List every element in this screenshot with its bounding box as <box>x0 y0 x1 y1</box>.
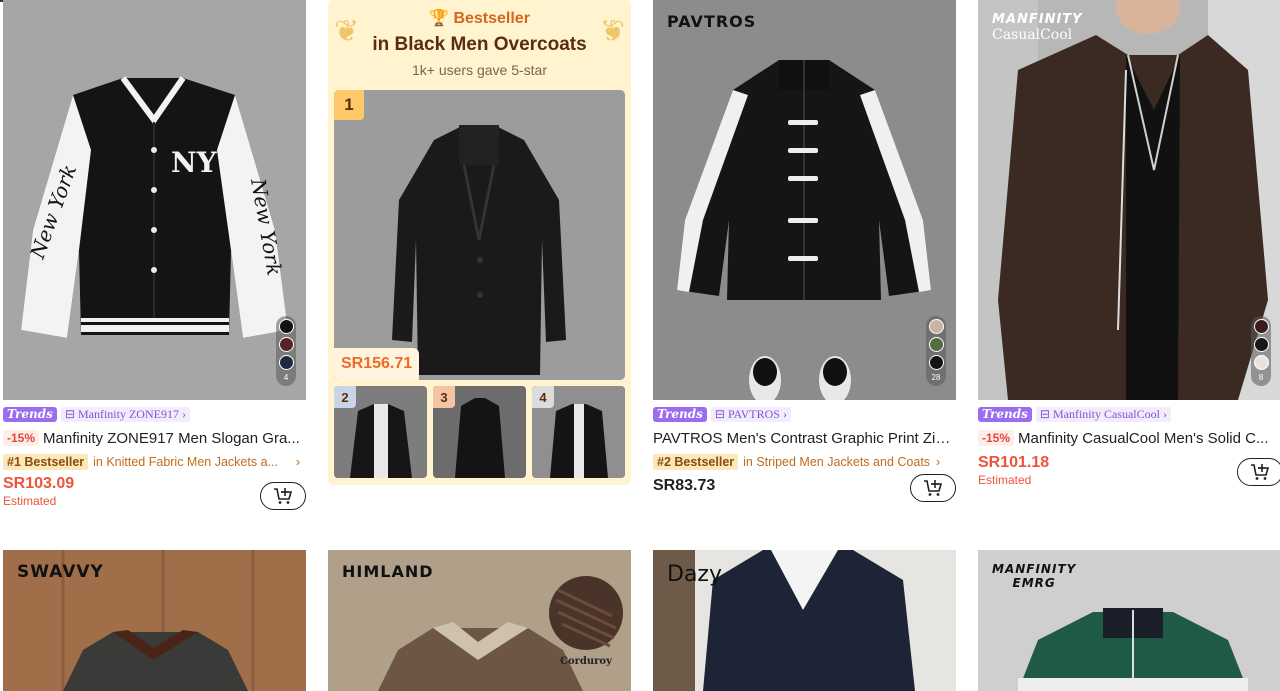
brand-watermark: MANFINITY CasualCool <box>992 12 1083 43</box>
price-note: Estimated <box>978 473 1032 487</box>
store-icon: ⊟ <box>1039 407 1053 421</box>
cart-plus-icon <box>274 488 293 504</box>
swatch-count: 4 <box>283 373 289 382</box>
color-swatch[interactable] <box>278 337 294 352</box>
store-name: Manfinity ZONE917 <box>77 407 179 421</box>
trends-badge: Trends <box>978 407 1032 422</box>
discount-badge: -15% <box>3 430 40 446</box>
color-swatches[interactable]: 8 <box>1251 316 1271 386</box>
bestseller-rank[interactable]: #2 Bestseller in Striped Men Jackets and… <box>653 453 956 471</box>
bestseller-tag: #1 Bestseller <box>3 454 89 470</box>
product-image[interactable]: SWAVVY <box>3 550 306 691</box>
trends-badge: Trends <box>3 407 57 422</box>
add-to-cart-button[interactable] <box>260 482 306 510</box>
product-meta: Trends ⊟ Manfinity ZONE917 › -15% Manfin… <box>3 406 306 510</box>
color-swatches[interactable]: 4 <box>276 316 296 386</box>
store-name: PAVTROS <box>727 407 780 421</box>
rank-badge: 2 <box>334 386 356 408</box>
overcoat-illustration <box>334 90 625 380</box>
promo-price: SR156.71 <box>334 348 420 380</box>
promo-label: Bestseller <box>453 10 530 27</box>
svg-text:NY: NY <box>171 146 218 179</box>
promo-thumbnail[interactable]: 3 <box>433 386 526 478</box>
color-swatch[interactable] <box>928 319 944 334</box>
swatch-count: 28 <box>931 373 941 382</box>
store-link[interactable]: ⊟ Manfinity ZONE917 › <box>60 407 190 422</box>
rank-badge: 1 <box>334 90 364 120</box>
color-swatch[interactable] <box>928 355 944 370</box>
product-image[interactable]: HIMLAND Corduroy <box>328 550 631 691</box>
cart-plus-icon <box>924 480 943 496</box>
chevron-right-icon: › <box>1159 407 1167 421</box>
brand-watermark: HIMLAND <box>342 562 434 581</box>
product-meta: Trends ⊟ PAVTROS › PAVTROS Men's Contras… <box>653 406 956 502</box>
rank-badge: 4 <box>532 386 554 408</box>
brand-watermark: PAVTROS <box>667 12 757 31</box>
varsity-jacket-illustration: NY New York New York <box>3 0 306 400</box>
promo-subtitle: 1k+ users gave 5-star <box>411 62 547 78</box>
bestseller-rank[interactable]: #1 Bestseller in Knitted Fabric Men Jack… <box>3 453 306 471</box>
chevron-right-icon: › <box>779 407 787 421</box>
promo-thumbnails: 2 3 4 <box>334 386 625 478</box>
bestseller-promo-card[interactable]: ❦ ❦ 🏆 Bestseller in Black Men Overcoats … <box>328 0 631 485</box>
product-title[interactable]: Manfinity ZONE917 Men Slogan Gra... <box>43 430 306 447</box>
laurel-icon: ❦ <box>599 15 625 48</box>
suede-jacket-illustration <box>978 0 1280 400</box>
color-swatch[interactable] <box>1253 319 1269 334</box>
chevron-right-icon: › <box>295 455 300 469</box>
bestseller-category: in Striped Men Jackets and Coats <box>743 455 931 469</box>
color-swatches[interactable]: 28 <box>926 316 946 386</box>
color-swatch[interactable] <box>928 337 944 352</box>
laurel-icon: ❦ <box>334 15 360 48</box>
brand-watermark: SWAVVY <box>17 562 104 582</box>
product-image[interactable]: MANFINITY EMRG <box>978 550 1280 691</box>
store-link[interactable]: ⊟ Manfinity CasualCool › <box>1035 407 1171 422</box>
color-swatch[interactable] <box>1253 355 1269 370</box>
color-swatch[interactable] <box>278 355 294 370</box>
product-image[interactable]: Dazy <box>653 550 956 691</box>
bestseller-category: in Knitted Fabric Men Jackets a... <box>93 455 278 469</box>
bestseller-tag: #2 Bestseller <box>653 454 739 470</box>
brand-watermark-title: MANFINITY <box>992 12 1083 27</box>
promo-thumbnail[interactable]: 4 <box>532 386 625 478</box>
zip-jacket-illustration <box>653 0 956 400</box>
chevron-right-icon: › <box>936 455 941 469</box>
trophy-icon: 🏆 <box>429 10 454 27</box>
product-image[interactable]: PAVTROS 28 <box>653 0 956 400</box>
color-swatch[interactable] <box>1253 337 1269 352</box>
trends-badge: Trends <box>653 407 707 422</box>
store-name: Manfinity CasualCool <box>1052 407 1160 421</box>
product-price: SR101.18 <box>978 454 1050 471</box>
brand-watermark: MANFINITY EMRG <box>992 562 1076 590</box>
store-icon: ⊟ <box>64 407 78 421</box>
promo-thumbnail[interactable]: 2 <box>334 386 427 478</box>
promo-main-product[interactable]: 1 SR156.71 <box>334 90 625 380</box>
promo-title: in Black Men Overcoats <box>372 34 587 55</box>
product-title[interactable]: PAVTROS Men's Contrast Graphic Print Zip… <box>653 430 956 447</box>
brand-watermark: Dazy <box>667 562 722 587</box>
add-to-cart-button[interactable] <box>910 474 956 502</box>
color-swatch[interactable] <box>278 319 294 334</box>
brand-watermark-title: MANFINITY <box>992 562 1077 576</box>
add-to-cart-button[interactable] <box>1237 458 1280 486</box>
product-meta: Trends ⊟ Manfinity CasualCool › -15% Man… <box>978 406 1280 487</box>
store-icon: ⊟ <box>714 407 728 421</box>
fabric-badge: Corduroy <box>560 656 612 667</box>
brand-watermark-sub: EMRG <box>1012 576 1056 590</box>
store-link[interactable]: ⊟ PAVTROS › <box>710 407 791 422</box>
product-title[interactable]: Manfinity CasualCool Men's Solid C... <box>1018 430 1280 447</box>
chevron-right-icon: › <box>178 407 186 421</box>
product-image[interactable]: NY New York New York 4 <box>3 0 306 400</box>
product-image[interactable]: MANFINITY CasualCool 8 <box>978 0 1280 400</box>
discount-badge: -15% <box>978 430 1015 446</box>
cart-plus-icon <box>1251 464 1270 480</box>
swatch-count: 8 <box>1258 373 1264 382</box>
product-grid: NY New York New York 4 Trends ⊟ Manfinit… <box>0 0 1280 691</box>
brand-watermark-sub: CasualCool <box>992 27 1073 43</box>
rank-badge: 3 <box>433 386 455 408</box>
